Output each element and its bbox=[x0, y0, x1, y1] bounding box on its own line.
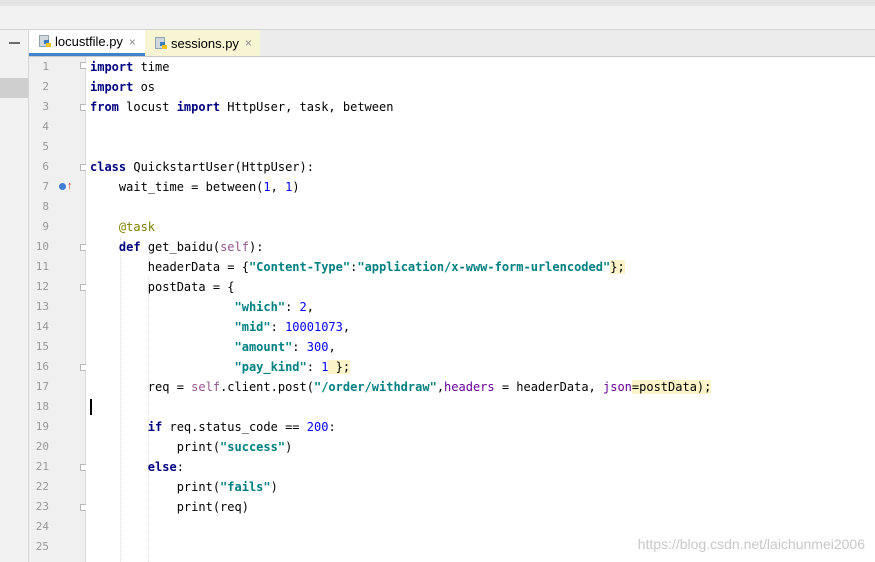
line-number: 11 bbox=[35, 260, 49, 273]
line-number: 22 bbox=[35, 480, 49, 493]
editor-tab-bar: locustfile.py × sessions.py × bbox=[29, 30, 875, 57]
line-number: 21 bbox=[35, 460, 49, 473]
override-marker-icon[interactable] bbox=[59, 183, 66, 190]
line-number: 13 bbox=[35, 300, 49, 313]
line-number: 18 bbox=[35, 400, 49, 413]
line-number: 17 bbox=[35, 380, 49, 393]
tab-locustfile[interactable]: locustfile.py × bbox=[29, 30, 145, 56]
code-line: wait_time = between(1, 1) bbox=[90, 180, 300, 194]
collapse-icon[interactable] bbox=[9, 42, 20, 44]
code-line: "mid": 10001073, bbox=[234, 320, 351, 334]
arrow-up-icon: ↑ bbox=[67, 180, 73, 192]
code-line: print("fails") bbox=[90, 480, 278, 494]
line-number: 5 bbox=[42, 140, 49, 153]
tool-window-strip bbox=[0, 30, 29, 562]
close-icon[interactable]: × bbox=[129, 35, 136, 49]
code-line: import time bbox=[90, 60, 170, 74]
line-number: 8 bbox=[42, 200, 49, 213]
line-number: 16 bbox=[35, 360, 49, 373]
code-line: if req.status_code == 200: bbox=[147, 420, 336, 434]
watermark: https://blog.csdn.net/laichunmei2006 bbox=[637, 536, 865, 552]
line-number: 15 bbox=[35, 340, 49, 353]
tab-label: sessions.py bbox=[171, 35, 239, 51]
code-line: "pay_kind": 1 }; bbox=[234, 360, 351, 374]
code-line: postData = { bbox=[90, 280, 235, 294]
line-number: 14 bbox=[35, 320, 49, 333]
code-line: import os bbox=[90, 80, 156, 94]
code-editor[interactable]: import time import os from locust import… bbox=[86, 57, 875, 562]
line-number: 4 bbox=[42, 120, 49, 133]
code-line: print(req) bbox=[90, 500, 249, 514]
line-number: 25 bbox=[35, 540, 49, 553]
code-line: req = self.client.post("/order/withdraw"… bbox=[90, 380, 712, 394]
line-number: 10 bbox=[35, 240, 49, 253]
window-top-strip bbox=[0, 0, 875, 30]
code-line: headerData = {"Content-Type":"applicatio… bbox=[90, 260, 625, 274]
line-number: 9 bbox=[42, 220, 49, 233]
line-number: 20 bbox=[35, 440, 49, 453]
line-number: 3 bbox=[42, 100, 49, 113]
tab-label: locustfile.py bbox=[55, 34, 123, 49]
line-number: 23 bbox=[35, 500, 49, 513]
text-caret bbox=[90, 399, 92, 415]
python-file-icon bbox=[155, 36, 167, 50]
tool-window-selected-item[interactable] bbox=[0, 78, 28, 98]
code-line: "which": 2, bbox=[234, 300, 315, 314]
line-number: 24 bbox=[35, 520, 49, 533]
code-line: else: bbox=[147, 460, 184, 474]
line-number: 19 bbox=[35, 420, 49, 433]
python-file-icon bbox=[39, 35, 51, 48]
code-line: class QuickstartUser(HttpUser): bbox=[90, 160, 314, 174]
line-number: 7 bbox=[42, 180, 49, 193]
line-number: 2 bbox=[42, 80, 49, 93]
code-line: from locust import HttpUser, task, betwe… bbox=[90, 100, 394, 114]
code-line: @task bbox=[90, 220, 156, 234]
line-number: 12 bbox=[35, 280, 49, 293]
line-number-gutter[interactable]: 1 2 3 4 5 6 7 ↑ 8 9 10 11 12 13 14 15 16 … bbox=[29, 57, 87, 562]
line-number: 6 bbox=[42, 160, 49, 173]
tab-sessions[interactable]: sessions.py × bbox=[145, 30, 260, 56]
close-icon[interactable]: × bbox=[245, 36, 252, 50]
code-line: def get_baidu(self): bbox=[118, 240, 264, 254]
code-line: print("success") bbox=[90, 440, 293, 454]
line-number: 1 bbox=[42, 60, 49, 73]
code-line: "amount": 300, bbox=[234, 340, 336, 354]
